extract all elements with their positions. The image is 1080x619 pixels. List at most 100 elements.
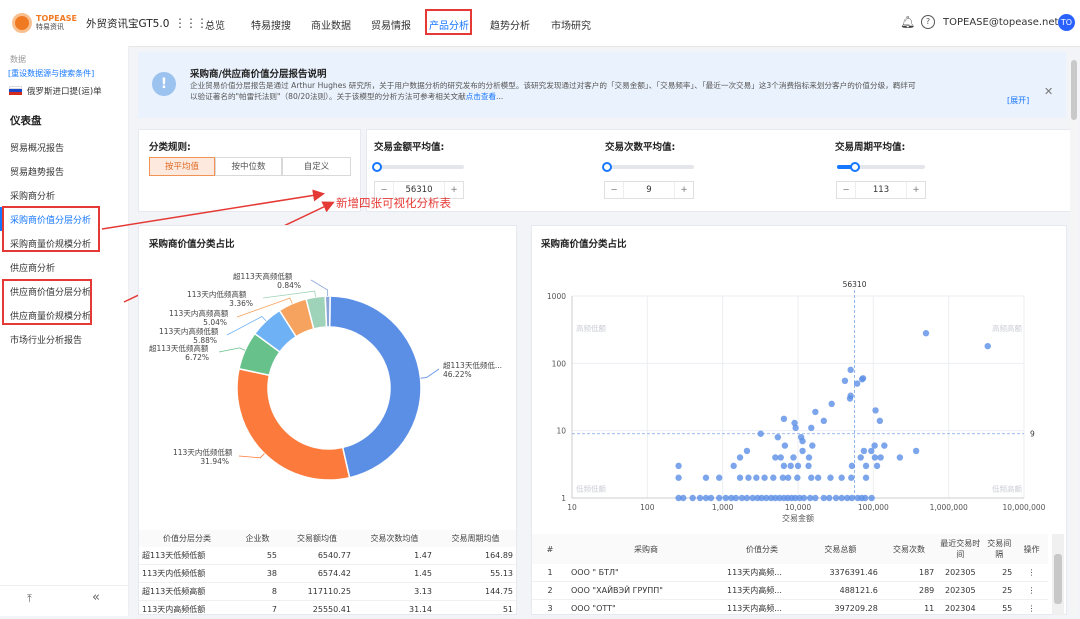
- user-email[interactable]: TOPEASE@topease.net: [943, 17, 1058, 28]
- table-scrollbar[interactable]: [1052, 534, 1064, 615]
- scatter-point: [820, 494, 827, 502]
- reset-datasource-link[interactable]: [重设数据源与搜索条件]: [8, 68, 94, 79]
- scatter-point: [722, 494, 729, 502]
- count-plus-button[interactable]: +: [675, 182, 693, 198]
- cell: 38: [235, 564, 281, 583]
- y-tick-label: 1000: [547, 292, 566, 301]
- count-minus-button[interactable]: −: [605, 182, 623, 198]
- more-icon[interactable]: ⋮: [1015, 581, 1048, 600]
- ref-x-label: 56310: [843, 280, 867, 289]
- russia-flag-icon: [9, 86, 22, 95]
- period-value[interactable]: 113: [855, 182, 907, 198]
- page-scrollbar[interactable]: [1070, 60, 1078, 615]
- cell: 超113天低频低额: [139, 547, 235, 565]
- cell: 3.13: [353, 582, 435, 601]
- table-row[interactable]: 1 OOO " БТЛ" 113天内高频... 3376391.46 187 2…: [532, 564, 1048, 582]
- table-row[interactable]: 超113天低频低额 55 6540.77 1.47 164.89: [139, 547, 516, 565]
- apps-grid-icon[interactable]: ⋮⋮⋮: [174, 16, 208, 30]
- table-row[interactable]: 113天内低频低额 38 6574.42 1.45 55.13: [139, 564, 516, 583]
- nav-trend-analysis[interactable]: 趋势分析: [490, 17, 530, 32]
- pie-label-pct: 0.84%: [277, 281, 301, 290]
- nav-overview[interactable]: 总览: [205, 17, 225, 32]
- period-plus-button[interactable]: +: [907, 182, 925, 198]
- scatter-point: [791, 419, 798, 427]
- nav-business-data[interactable]: 商业数据: [311, 17, 351, 32]
- cell: 113天内高频...: [724, 581, 800, 600]
- y-tick-label: 100: [552, 359, 567, 368]
- rule-custom[interactable]: 自定义: [282, 157, 351, 176]
- back-to-top-icon[interactable]: ⤒: [27, 592, 32, 606]
- amount-slider-handle[interactable]: [372, 162, 382, 172]
- scatter-point: [736, 454, 744, 461]
- info-view-link[interactable]: 点击查看: [466, 92, 496, 101]
- period-slider-handle[interactable]: [850, 162, 860, 172]
- buyer-name[interactable]: OOO " БТЛ": [568, 564, 724, 582]
- data-source[interactable]: 俄罗斯进口提(运)单: [27, 85, 102, 97]
- nav-search[interactable]: 特易搜搜: [251, 17, 291, 32]
- table-row[interactable]: 113天内高频低额 7 25550.41 31.14 51: [139, 600, 516, 619]
- pie-title: 采购商价值分类占比: [149, 239, 235, 250]
- scatter-point: [808, 474, 815, 481]
- count-slider[interactable]: [606, 165, 694, 169]
- sidebar-item-trade-trend[interactable]: 贸易趋势报告: [10, 165, 64, 178]
- count-value[interactable]: 9: [623, 182, 675, 198]
- buyer-items-highlight: [2, 206, 100, 252]
- scatter-point: [777, 454, 784, 461]
- count-avg-label: 交易次数平均值:: [605, 142, 676, 153]
- table-row[interactable]: 超113天低频高额 8 117110.25 3.13 144.75: [139, 582, 516, 601]
- col-freq: 交易次数均值: [353, 530, 435, 547]
- scatter-point: [871, 454, 879, 461]
- nav-trade-intel[interactable]: 贸易情报: [371, 17, 411, 32]
- scatter-point: [841, 377, 849, 385]
- cell: 8: [235, 582, 281, 601]
- count-stepper[interactable]: − 9 +: [604, 181, 694, 199]
- collapse-sidebar-icon[interactable]: «: [92, 590, 100, 605]
- avatar[interactable]: TO: [1058, 14, 1075, 31]
- scatter-point: [868, 494, 875, 502]
- sidebar-item-buyer-analysis[interactable]: 采购商分析: [10, 189, 55, 202]
- scatter-point: [781, 442, 789, 449]
- col-buyer: 采购商: [568, 534, 724, 564]
- period-stepper[interactable]: − 113 +: [836, 181, 926, 199]
- amount-slider[interactable]: [376, 165, 464, 169]
- count-slider-handle[interactable]: [602, 162, 612, 172]
- page-scrollbar-thumb[interactable]: [1071, 60, 1077, 120]
- help-icon[interactable]: ?: [921, 15, 935, 29]
- pie-leader-line: [238, 453, 265, 459]
- logo[interactable]: TOPEASE 特易资讯: [12, 12, 86, 34]
- cell: 3376391.46: [800, 564, 881, 582]
- cell: 2: [532, 581, 568, 600]
- rule-by-average[interactable]: 按平均值: [149, 157, 215, 176]
- col-amount: 交易额均值: [280, 530, 354, 547]
- scatter-point: [675, 462, 682, 470]
- scatter-point: [780, 415, 788, 423]
- period-minus-button[interactable]: −: [837, 182, 855, 198]
- rule-by-median[interactable]: 按中位数: [215, 157, 282, 176]
- scatter-point: [809, 442, 816, 449]
- scatter-point: [774, 433, 782, 441]
- sidebar-item-trade-overview[interactable]: 贸易概况报告: [10, 141, 64, 154]
- y-tick-label: 10: [556, 427, 566, 436]
- sidebar-item-market-report[interactable]: 市场行业分析报告: [10, 333, 82, 346]
- pie-leader-line: [420, 368, 440, 379]
- scrollbar-thumb[interactable]: [1054, 554, 1062, 604]
- more-icon[interactable]: ⋮: [1015, 564, 1048, 582]
- x-tick-label: 10,000: [785, 503, 811, 512]
- pie-label-pct: 31.94%: [200, 457, 229, 466]
- rule-label: 分类规则:: [149, 142, 191, 153]
- scatter-point: [770, 474, 777, 481]
- nav-market-research[interactable]: 市场研究: [551, 17, 591, 32]
- bell-icon[interactable]: 🔔︎: [900, 15, 915, 29]
- x-tick-label: 10,000,000: [1003, 503, 1046, 512]
- cell: 1.45: [353, 564, 435, 583]
- scatter-point: [689, 494, 696, 502]
- buyer-name[interactable]: OOO "ХАЙВЭЙ ГРУПП": [568, 581, 724, 600]
- table-row[interactable]: 2 OOO "ХАЙВЭЙ ГРУПП" 113天内高频... 488121.6…: [532, 581, 1048, 600]
- cell: 117110.25: [280, 582, 354, 601]
- col-trade-count: 交易次数: [880, 534, 938, 564]
- close-icon[interactable]: ✕: [1044, 85, 1053, 98]
- scatter-point: [853, 380, 861, 387]
- expand-link[interactable]: [展开]: [1007, 95, 1029, 106]
- scatter-point: [912, 447, 920, 455]
- sidebar-item-supplier-analysis[interactable]: 供应商分析: [10, 261, 55, 274]
